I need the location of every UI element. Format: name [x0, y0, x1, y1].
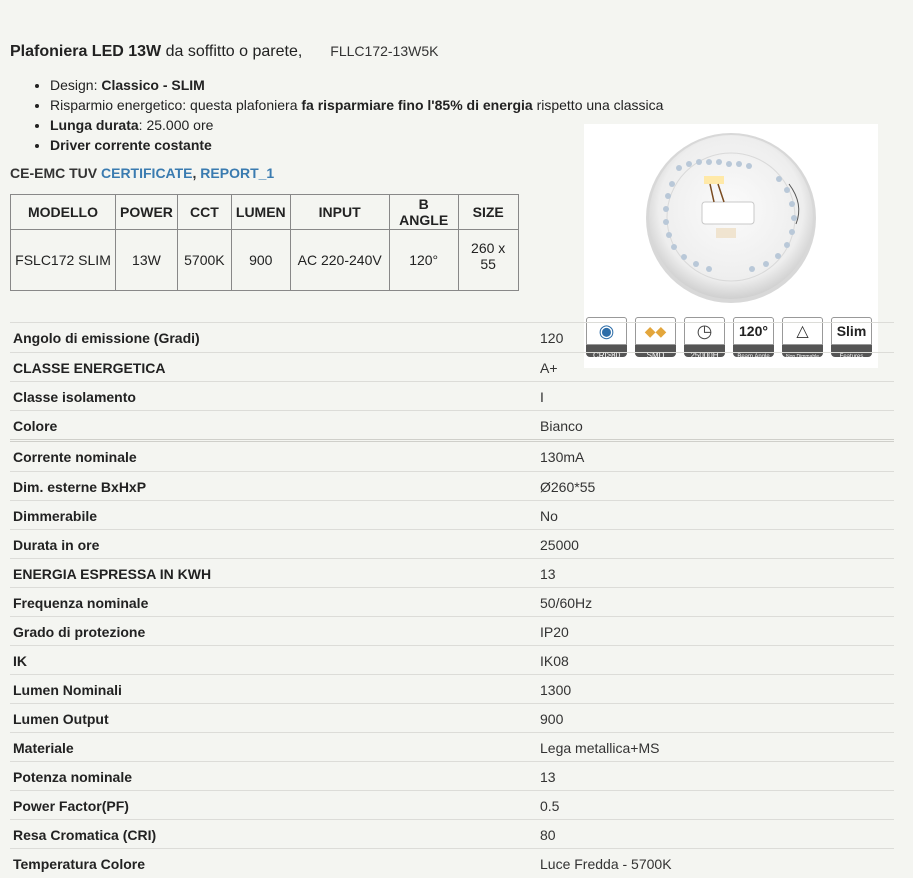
product-code: FLLC172-13W5K — [330, 43, 439, 59]
table-row: Resa Cromatica (CRI) 80 — [10, 819, 894, 848]
column-header: CCT — [176, 194, 232, 230]
table-row: ENERGIA ESPRESSA IN KWH 13 — [10, 558, 894, 587]
table-row: Frequenza nominale 50/60Hz — [10, 587, 894, 616]
table-row: Colore Bianco — [10, 410, 894, 439]
column-header: POWER — [115, 194, 178, 230]
table-row: Classe isolamento I — [10, 381, 894, 410]
table-row: Power Factor(PF) 0.5 — [10, 790, 894, 819]
table-row: Angolo di emissione (Gradi) 120 — [10, 322, 894, 352]
list-item: Design: Classico - SLIM — [50, 75, 663, 95]
column-header: B ANGLE — [388, 194, 459, 230]
table-row: IK IK08 — [10, 645, 894, 674]
certification-line: CE-EMC TUV CERTIFICATE, REPORT_1 — [10, 165, 275, 181]
list-item: Risparmio energetico: questa plafoniera … — [50, 95, 663, 115]
table-row: Grado di protezione IP20 — [10, 616, 894, 645]
table-cell: 260 x 55 — [457, 229, 519, 291]
table-row: Potenza nominale 13 — [10, 761, 894, 790]
table-row: Corrente nominale 130mA — [10, 439, 894, 471]
table-cell: FSLC172 SLIM — [10, 229, 116, 291]
column-header: SIZE — [457, 194, 519, 230]
product-name: Plafoniera LED 13W — [10, 43, 162, 60]
column-header: LUMEN — [230, 194, 291, 230]
table-row: Dim. esterne BxHxP Ø260*55 — [10, 471, 894, 500]
table-row: FSLC172 SLIM 13W 5700K 900 AC 220-240V 1… — [10, 229, 519, 291]
table-header-row: MODELLO POWER CCT LUMEN INPUT B ANGLE SI… — [10, 194, 519, 230]
page-title: Plafoniera LED 13W da soffitto o parete,… — [10, 43, 438, 61]
column-header: INPUT — [289, 194, 390, 230]
table-row: Lumen Output 900 — [10, 703, 894, 732]
column-header: MODELLO — [10, 194, 116, 230]
table-row: Temperatura Colore Luce Fredda - 5700K — [10, 848, 894, 877]
product-description: da soffitto o parete, — [161, 43, 303, 60]
table-row: Materiale Lega metallica+MS — [10, 732, 894, 761]
table-cell: 13W — [115, 229, 178, 291]
table-cell: AC 220-240V — [289, 229, 390, 291]
specifications-table: Angolo di emissione (Gradi) 120 CLASSE EN… — [10, 322, 894, 877]
certificate-link[interactable]: CERTIFICATE — [101, 165, 193, 181]
feature-list: Design: Classico - SLIM Risparmio energe… — [32, 75, 663, 155]
table-cell: 5700K — [176, 229, 232, 291]
table-cell: 900 — [230, 229, 291, 291]
table-cell: 120° — [388, 229, 459, 291]
table-row: Lumen Nominali 1300 — [10, 674, 894, 703]
list-item: Lunga durata: 25.000 ore — [50, 115, 663, 135]
table-row: Durata in ore 25000 — [10, 529, 894, 558]
table-row: Dimmerabile No — [10, 500, 894, 529]
list-item: Driver corrente costante — [50, 135, 663, 155]
table-row: CLASSE ENERGETICA A+ — [10, 352, 894, 381]
report-link[interactable]: REPORT_1 — [200, 165, 274, 181]
model-table: MODELLO POWER CCT LUMEN INPUT B ANGLE SI… — [10, 194, 519, 291]
